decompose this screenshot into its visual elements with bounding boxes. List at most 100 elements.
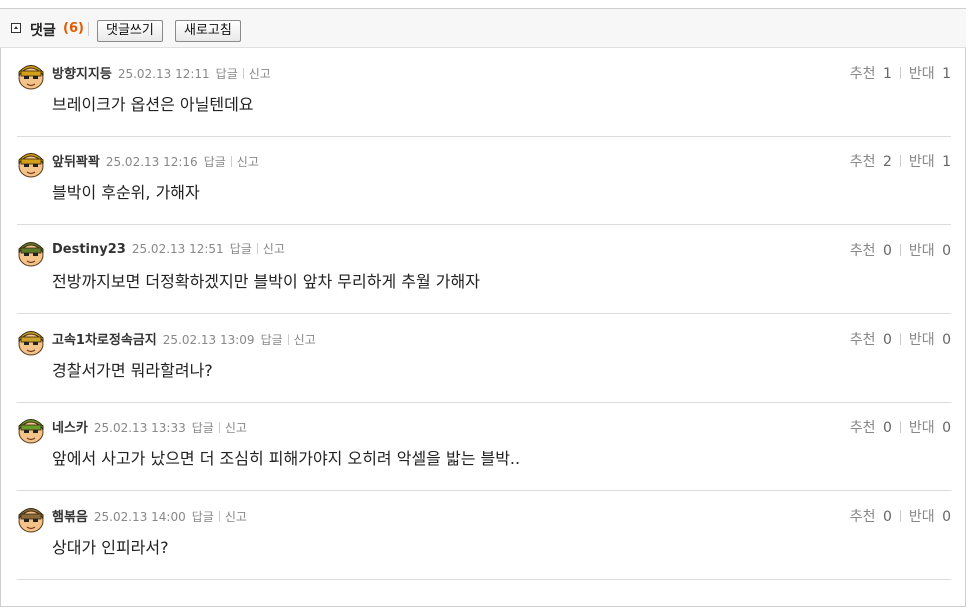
recommend-button[interactable]: 추천 0 xyxy=(850,509,892,525)
comment-meta: 앞뒤꽉꽉 25.02.13 12:16 답글 신고 xyxy=(52,151,259,170)
report-link[interactable]: 신고 xyxy=(263,242,285,256)
oppose-label: 반대 xyxy=(908,154,935,170)
vote-box: 추천 0 반대 0 xyxy=(850,506,951,526)
recommend-count: 1 xyxy=(882,66,892,82)
meta-divider xyxy=(230,156,232,167)
recommend-count: 0 xyxy=(882,420,892,436)
vote-divider xyxy=(899,333,901,345)
recommend-button[interactable]: 추천 0 xyxy=(850,243,892,259)
comment-text: 블박이 후순위, 가해자 xyxy=(52,183,200,202)
oppose-count: 0 xyxy=(942,243,951,259)
meta-divider xyxy=(242,68,244,79)
comment-item: 방향지지등 25.02.13 12:11 답글 신고브레이크가 옵션은 아닐텐데요 추천… xyxy=(17,49,951,137)
avatar-icon[interactable] xyxy=(17,238,45,268)
oppose-label: 반대 xyxy=(908,332,935,348)
comment-date: 25.02.13 12:16 xyxy=(105,155,198,169)
comment-title: 댓글 xyxy=(30,23,56,39)
comment-author[interactable]: 방향지지등 xyxy=(52,67,112,82)
recommend-button[interactable]: 추천 1 xyxy=(850,66,892,82)
report-link[interactable]: 신고 xyxy=(294,333,316,347)
comment-author[interactable]: 고속1차로정속금지 xyxy=(52,333,157,348)
oppose-button[interactable]: 반대 0 xyxy=(909,420,951,436)
vote-divider xyxy=(899,67,901,79)
oppose-button[interactable]: 반대 0 xyxy=(909,509,951,525)
comment-author[interactable]: 네스카 xyxy=(52,421,88,436)
report-link[interactable]: 신고 xyxy=(225,510,247,524)
oppose-count: 0 xyxy=(942,420,951,436)
header-divider xyxy=(88,22,89,36)
reply-link[interactable]: 답글 xyxy=(230,242,252,256)
comment-text: 브레이크가 옵션은 아닐텐데요 xyxy=(52,95,254,114)
reply-link[interactable]: 답글 xyxy=(192,421,214,435)
comment-meta: 네스카 25.02.13 13:33 답글 신고 xyxy=(52,417,247,436)
meta-divider xyxy=(218,422,220,433)
comment-meta: 햄볶음 25.02.13 14:00 답글 신고 xyxy=(52,506,247,525)
reply-link[interactable]: 답글 xyxy=(204,155,226,169)
oppose-button[interactable]: 반대 0 xyxy=(909,332,951,348)
comment-meta: Destiny23 25.02.13 12:51 답글 신고 xyxy=(52,240,285,257)
comment-text: 경찰서가면 뭐라할려나? xyxy=(52,361,213,380)
recommend-button[interactable]: 추천 0 xyxy=(850,332,892,348)
recommend-label: 추천 xyxy=(849,509,876,525)
oppose-button[interactable]: 반대 1 xyxy=(909,154,951,170)
oppose-count: 0 xyxy=(942,332,951,348)
recommend-button[interactable]: 추천 2 xyxy=(850,154,892,170)
report-link[interactable]: 신고 xyxy=(249,67,271,81)
write-comment-button[interactable]: 댓글쓰기 xyxy=(97,20,163,42)
comment-date: 25.02.13 13:33 xyxy=(93,421,186,435)
report-link[interactable]: 신고 xyxy=(225,421,247,435)
recommend-count: 0 xyxy=(882,243,892,259)
comment-item: 네스카 25.02.13 13:33 답글 신고 앞에서 사고가 났으면 더 조심히 피… xyxy=(17,403,951,491)
avatar-icon[interactable] xyxy=(17,504,45,534)
oppose-count: 1 xyxy=(942,154,951,170)
recommend-label: 추천 xyxy=(849,66,876,82)
recommend-label: 추천 xyxy=(849,420,876,436)
avatar-icon[interactable] xyxy=(17,61,45,91)
comment-item: 햄볶음 25.02.13 14:00 답글 신고 상대가 인피라서? 추천 0 반대 0 xyxy=(17,492,951,580)
comment-author[interactable]: 앞뒤꽉꽉 xyxy=(52,155,100,170)
report-link[interactable]: 신고 xyxy=(237,155,259,169)
comment-count: (6) xyxy=(63,21,84,36)
recommend-count: 0 xyxy=(882,332,892,348)
avatar-icon[interactable] xyxy=(17,149,45,179)
reply-link[interactable]: 답글 xyxy=(216,67,238,81)
oppose-button[interactable]: 반대 1 xyxy=(909,66,951,82)
comment-date: 25.02.13 12:11 xyxy=(117,67,210,81)
vote-box: 추천 1 반대 1 xyxy=(850,63,951,83)
avatar-icon[interactable] xyxy=(17,415,45,445)
oppose-label: 반대 xyxy=(908,66,935,82)
avatar-icon[interactable] xyxy=(17,327,45,357)
comment-meta: 고속1차로정속금지 25.02.13 13:09 답글 신고 xyxy=(52,329,316,348)
comment-date: 25.02.13 14:00 xyxy=(93,510,186,524)
oppose-count: 0 xyxy=(942,509,951,525)
recommend-label: 추천 xyxy=(849,154,876,170)
oppose-label: 반대 xyxy=(908,420,935,436)
comment-date: 25.02.13 12:51 xyxy=(131,242,224,256)
refresh-button[interactable]: 새로고침 xyxy=(175,20,241,42)
oppose-count: 1 xyxy=(942,66,951,82)
comment-item: Destiny23 25.02.13 12:51 답글 신고 전방까지보면 더정확하겠지… xyxy=(17,226,951,314)
comment-item: 고속1차로정속금지 25.02.13 13:09 답글 신고 경찰서가면 뭐라할려나? 추… xyxy=(17,315,951,403)
vote-divider xyxy=(899,244,901,256)
meta-divider xyxy=(256,243,258,254)
recommend-label: 추천 xyxy=(849,243,876,259)
collapse-toggle-icon[interactable] xyxy=(11,23,21,33)
oppose-label: 반대 xyxy=(908,509,935,525)
vote-divider xyxy=(899,421,901,433)
oppose-button[interactable]: 반대 0 xyxy=(909,243,951,259)
comment-header: 댓글 (6) 댓글쓰기 새로고침 xyxy=(0,9,966,48)
oppose-label: 반대 xyxy=(908,243,935,259)
vote-box: 추천 0 반대 0 xyxy=(850,417,951,437)
comment-author[interactable]: 햄볶음 xyxy=(52,510,88,525)
vote-box: 추천 2 반대 1 xyxy=(850,151,951,171)
vote-divider xyxy=(899,155,901,167)
reply-link[interactable]: 답글 xyxy=(261,333,283,347)
comment-meta: 방향지지등 25.02.13 12:11 답글 신고 xyxy=(52,63,271,82)
recommend-count: 2 xyxy=(882,154,892,170)
vote-divider xyxy=(899,510,901,522)
recommend-button[interactable]: 추천 0 xyxy=(850,420,892,436)
reply-link[interactable]: 답글 xyxy=(192,510,214,524)
comment-author[interactable]: Destiny23 xyxy=(52,242,126,257)
meta-divider xyxy=(218,511,220,522)
recommend-label: 추천 xyxy=(849,332,876,348)
